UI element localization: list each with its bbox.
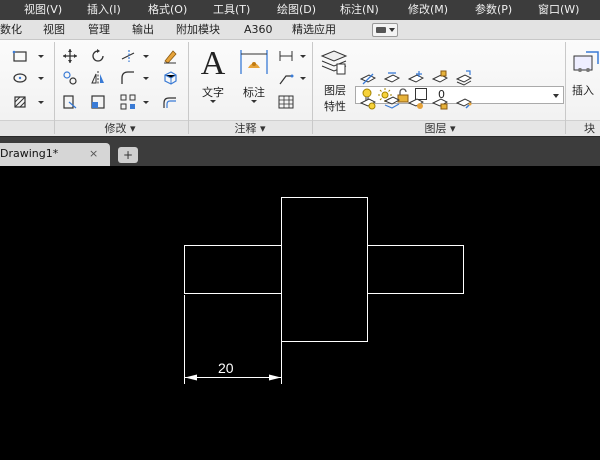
- explode-icon[interactable]: [162, 70, 178, 86]
- tab-addins[interactable]: 附加模块: [176, 20, 220, 40]
- rotate-icon[interactable]: [90, 48, 106, 64]
- menu-window[interactable]: 窗口(W): [538, 0, 579, 20]
- chevron-down-icon[interactable]: [251, 100, 257, 103]
- table-icon[interactable]: [278, 94, 294, 110]
- leader-icon[interactable]: [278, 70, 294, 86]
- insert-block-icon[interactable]: [572, 48, 600, 76]
- insert-block-label[interactable]: 插入: [572, 82, 600, 98]
- chevron-down-icon: [553, 94, 559, 98]
- right-rectangle: [367, 245, 464, 294]
- trim-icon[interactable]: [120, 48, 136, 64]
- svg-text:A: A: [201, 46, 226, 78]
- hatch-icon[interactable]: [12, 94, 28, 110]
- ribbon-panel-area: 修改 ▾ A 文字 标注 注释 ▾ 图层 特性 0 图层 ▾ 插入 块: [0, 40, 600, 136]
- offset-icon[interactable]: [162, 94, 178, 110]
- rectangle-icon[interactable]: [12, 48, 28, 64]
- layer-off-icon[interactable]: [360, 70, 376, 86]
- document-tab-strip: Drawing1* × +: [0, 136, 600, 167]
- dimension-text[interactable]: 20: [218, 360, 234, 376]
- menu-tools[interactable]: 工具(T): [213, 0, 250, 20]
- layer-unlock-icon[interactable]: [432, 94, 448, 110]
- document-tab[interactable]: Drawing1* ×: [0, 143, 110, 167]
- chevron-down-icon[interactable]: [143, 77, 149, 80]
- layer-make-current-icon[interactable]: [360, 94, 376, 110]
- array-icon[interactable]: [120, 94, 136, 110]
- layer-unisolate-icon[interactable]: [408, 94, 424, 110]
- menu-parametric[interactable]: 参数(P): [475, 0, 512, 20]
- chevron-down-icon[interactable]: [300, 77, 306, 80]
- ribbon-display-dropdown[interactable]: [372, 23, 398, 37]
- panel-icon: [376, 27, 386, 33]
- text-tool-label[interactable]: 文字: [198, 84, 228, 100]
- layer-isolate-icon[interactable]: [384, 70, 400, 86]
- ribbon-tabs: 数化 视图 管理 输出 附加模块 A360 精选应用: [0, 20, 600, 40]
- panel-label-modify[interactable]: 修改 ▾: [60, 122, 180, 136]
- menu-insert[interactable]: 插入(I): [87, 0, 121, 20]
- menu-draw[interactable]: 绘图(D): [277, 0, 316, 20]
- menu-bar: 视图(V) 插入(I) 格式(O) 工具(T) 绘图(D) 标注(N) 修改(M…: [0, 0, 600, 20]
- drawing-canvas[interactable]: 20: [0, 166, 600, 460]
- chevron-down-icon[interactable]: [38, 55, 44, 58]
- tab-output[interactable]: 输出: [132, 20, 154, 40]
- layer-match-icon[interactable]: [456, 70, 472, 86]
- panel-separator: [312, 42, 313, 134]
- new-tab-button[interactable]: +: [118, 147, 138, 163]
- chevron-down-icon[interactable]: [210, 100, 216, 103]
- menu-view[interactable]: 视图(V): [24, 0, 62, 20]
- tab-view[interactable]: 视图: [43, 20, 65, 40]
- tab-featured-apps[interactable]: 精选应用: [292, 20, 336, 40]
- panel-separator: [565, 42, 566, 134]
- panel-label-layers[interactable]: 图层 ▾: [355, 122, 525, 136]
- text-tool-icon[interactable]: A: [198, 46, 228, 78]
- dimension-arrow-left: [185, 374, 197, 381]
- layer-copy-objects-icon[interactable]: [384, 94, 400, 110]
- menu-dimension[interactable]: 标注(N): [340, 0, 379, 20]
- layer-freeze-icon[interactable]: [408, 70, 424, 86]
- scale-icon[interactable]: [90, 94, 106, 110]
- chevron-down-icon[interactable]: [38, 101, 44, 104]
- chevron-down-icon[interactable]: [38, 77, 44, 80]
- center-rectangle: [281, 197, 368, 342]
- left-rectangle: [184, 245, 282, 294]
- layer-properties-icon[interactable]: [320, 48, 348, 76]
- ellipse-icon[interactable]: [12, 70, 28, 86]
- linear-dimension-icon[interactable]: [238, 46, 270, 78]
- tab-a360[interactable]: A360: [244, 20, 273, 40]
- dim-linear-small-icon[interactable]: [278, 48, 294, 64]
- erase-icon[interactable]: [162, 48, 178, 64]
- dimension-arrow-right: [269, 374, 281, 381]
- copy-icon[interactable]: [62, 70, 78, 86]
- chevron-down-icon[interactable]: [143, 55, 149, 58]
- layer-properties-label-1[interactable]: 图层: [318, 82, 352, 98]
- panel-separator: [188, 42, 189, 134]
- dimension-tool-label[interactable]: 标注: [238, 84, 270, 100]
- menu-format[interactable]: 格式(O): [148, 0, 187, 20]
- panel-label-block[interactable]: 块: [584, 122, 600, 136]
- chevron-down-icon[interactable]: [143, 101, 149, 104]
- stretch-icon[interactable]: [62, 94, 78, 110]
- tab-manage[interactable]: 管理: [88, 20, 110, 40]
- panel-label-annotation[interactable]: 注释 ▾: [195, 122, 305, 136]
- panel-separator: [54, 42, 55, 134]
- fillet-icon[interactable]: [120, 70, 136, 86]
- document-tab-label: Drawing1*: [0, 147, 59, 160]
- mirror-icon[interactable]: [90, 70, 106, 86]
- chevron-down-icon: [389, 28, 395, 32]
- chevron-down-icon[interactable]: [300, 55, 306, 58]
- layer-properties-label-2[interactable]: 特性: [318, 98, 352, 114]
- menu-modify[interactable]: 修改(M): [408, 0, 448, 20]
- tab-parametric[interactable]: 数化: [0, 20, 22, 40]
- close-icon[interactable]: ×: [89, 147, 98, 160]
- layer-lock-icon[interactable]: [432, 70, 448, 86]
- move-icon[interactable]: [62, 48, 78, 64]
- layer-walk-icon[interactable]: [456, 94, 472, 110]
- drawing-geometry: [184, 197, 464, 384]
